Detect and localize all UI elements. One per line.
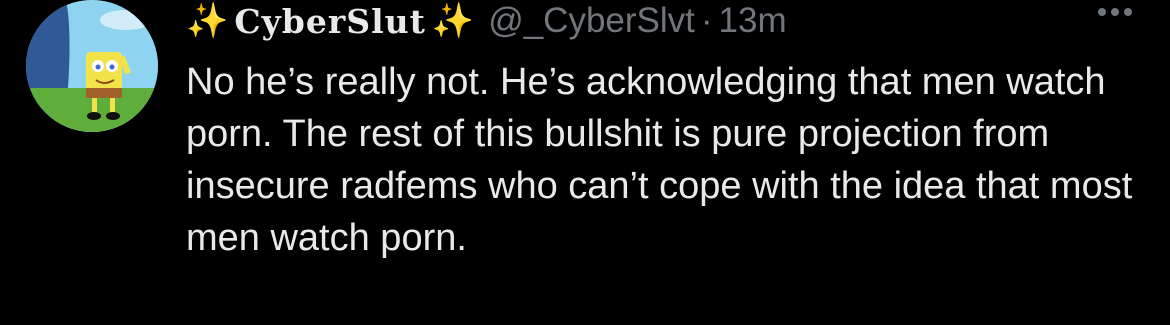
separator-dot: · <box>700 1 713 40</box>
spongebob-avatar-icon <box>26 0 158 132</box>
more-dot <box>1098 8 1106 16</box>
more-dot <box>1124 8 1132 16</box>
tweet-text: No he’s really not. He’s acknowledging t… <box>186 61 1133 259</box>
sparkle-icon: ✨ <box>186 1 229 41</box>
user-handle[interactable]: @_CyberSlvt <box>488 1 695 41</box>
tweet: ✨ CyberSlut ✨ @_CyberSlvt · 13m No he’s … <box>0 0 1170 325</box>
avatar[interactable] <box>26 0 158 132</box>
sparkle-icon: ✨ <box>431 1 475 41</box>
more-dot <box>1111 8 1119 16</box>
display-name[interactable]: CyberSlut <box>234 2 426 41</box>
more-options-icon[interactable] <box>1098 8 1132 16</box>
timestamp[interactable]: 13m <box>719 1 787 41</box>
tweet-header: ✨ CyberSlut ✨ @_CyberSlvt · 13m <box>186 0 787 48</box>
